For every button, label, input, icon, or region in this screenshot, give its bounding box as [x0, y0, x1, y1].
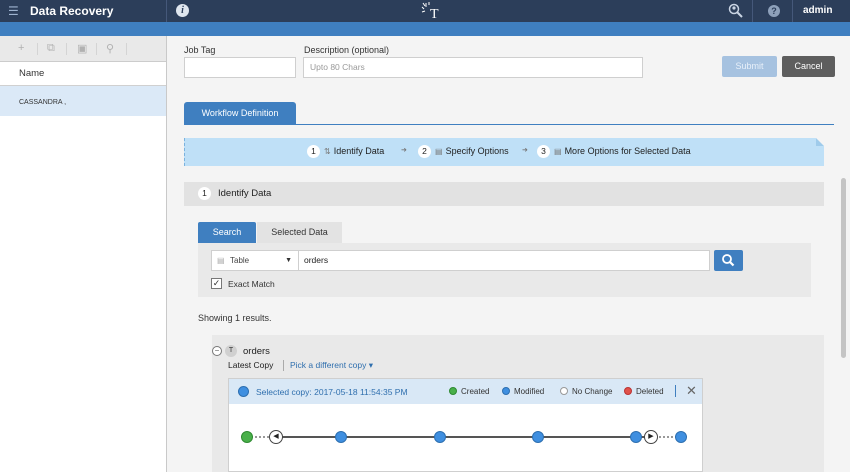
legend-modified: Modified: [502, 387, 544, 396]
corner-fold: [816, 138, 824, 146]
copy-timeline: ◀ ▶: [239, 427, 694, 447]
info-icon[interactable]: i: [176, 4, 189, 17]
column-header[interactable]: Name: [0, 62, 166, 86]
description-input[interactable]: Upto 80 Chars: [303, 57, 643, 78]
tab-search[interactable]: Search: [198, 222, 256, 243]
divider: [184, 124, 834, 125]
scrollbar[interactable]: [837, 172, 850, 472]
step-specify-options[interactable]: 2 ▤ Specify Options: [418, 145, 509, 158]
timeline-node[interactable]: [630, 431, 642, 443]
description-label: Description (optional): [304, 45, 390, 55]
svg-text:T: T: [430, 7, 439, 21]
app-title: Data Recovery: [30, 4, 114, 18]
accent-bar: [0, 22, 850, 36]
step-more-options[interactable]: 3 ▤ More Options for Selected Data: [537, 145, 691, 158]
result-panel: − T orders Latest Copy Pick a different …: [212, 335, 824, 472]
sort-icon: ⇅: [324, 147, 331, 156]
collapse-icon[interactable]: −: [212, 346, 222, 356]
copy-box: Selected copy: 2017-05-18 11:54:35 PM Cr…: [228, 378, 703, 472]
search-input[interactable]: orders: [298, 250, 710, 271]
timeline-node-created[interactable]: [241, 431, 253, 443]
exact-match-checkbox[interactable]: ✓: [211, 278, 222, 289]
section-title: Identify Data: [218, 188, 272, 199]
type-select[interactable]: ▤ Table ▼: [211, 250, 299, 271]
search-user-icon[interactable]: [728, 3, 744, 19]
list-item[interactable]: CASSANDRA ,: [0, 86, 166, 116]
job-tag-input[interactable]: [184, 57, 296, 78]
divider: [126, 43, 127, 55]
chevron-right-icon[interactable]: ▶: [644, 430, 658, 444]
cancel-button[interactable]: Cancel: [782, 56, 835, 77]
scrollbar-thumb[interactable]: [841, 178, 846, 358]
tab-workflow-definition[interactable]: Workflow Definition: [184, 102, 296, 124]
main-panel: Job Tag Description (optional) Upto 80 C…: [167, 36, 850, 472]
arrow-icon: ➜: [401, 147, 407, 154]
document-icon: ▤: [435, 147, 443, 156]
hamburger-icon[interactable]: ☰: [8, 4, 19, 18]
pick-copy-link[interactable]: Pick a different copy ▾: [290, 360, 373, 371]
workflow-steps: 1 ⇅ Identify Data ➜ 2 ▤ Specify Options ➜ 3 ▤…: [184, 138, 824, 166]
divider: [96, 43, 97, 55]
user-menu[interactable]: admin: [803, 5, 832, 16]
divider: [752, 0, 753, 22]
caret-down-icon: ▼: [285, 257, 292, 264]
divider: [283, 360, 284, 371]
submit-button[interactable]: Submit: [722, 56, 777, 77]
divider: [37, 43, 38, 55]
search-panel: ▤ Table ▼ orders ✓ Exact Match: [198, 243, 811, 297]
help-icon[interactable]: ?: [768, 5, 780, 17]
sidebar: + ⧉ ▣ ⚲ Name CASSANDRA ,: [0, 36, 167, 472]
result-name: orders: [243, 346, 270, 357]
tab-selected-data[interactable]: Selected Data: [257, 222, 342, 243]
top-bar: ☰ Data Recovery i T ? admin: [0, 0, 850, 22]
exact-match-label: Exact Match: [228, 279, 275, 289]
search-icon[interactable]: ⚲: [106, 42, 114, 55]
timeline-node[interactable]: [335, 431, 347, 443]
selected-copy-text: Selected copy: 2017-05-18 11:54:35 PM: [256, 387, 408, 397]
legend-created: Created: [449, 387, 489, 396]
chevron-left-icon[interactable]: ◀: [269, 430, 283, 444]
copy-icon[interactable]: ⧉: [47, 42, 55, 55]
section-header: 1 Identify Data: [184, 182, 824, 206]
delete-icon[interactable]: ▣: [77, 42, 87, 55]
logo-icon: T: [421, 2, 439, 21]
timeline-node[interactable]: [434, 431, 446, 443]
add-icon[interactable]: +: [18, 42, 24, 54]
document-icon: ▤: [554, 147, 562, 156]
results-count: Showing 1 results.: [198, 313, 272, 323]
search-button[interactable]: [714, 250, 743, 271]
arrow-icon: ➜: [522, 147, 528, 154]
timeline-node[interactable]: [675, 431, 687, 443]
document-icon: ▤: [217, 256, 225, 265]
divider: [792, 0, 793, 22]
legend-no-change: No Change: [560, 387, 612, 396]
sidebar-toolbar: + ⧉ ▣ ⚲: [0, 36, 166, 62]
divider: [675, 385, 676, 397]
divider: [66, 43, 67, 55]
divider: [166, 0, 167, 22]
step-identify-data[interactable]: 1 ⇅ Identify Data: [307, 145, 384, 158]
table-type-icon: T: [225, 345, 237, 357]
copy-header: Selected copy: 2017-05-18 11:54:35 PM Cr…: [229, 379, 702, 404]
legend-deleted: Deleted: [624, 387, 664, 396]
close-icon[interactable]: ✕: [686, 383, 697, 399]
timeline-node[interactable]: [532, 431, 544, 443]
latest-copy-label: Latest Copy: [228, 360, 274, 370]
step-number: 1: [198, 187, 211, 200]
modified-dot-icon: [238, 386, 249, 397]
job-tag-label: Job Tag: [184, 45, 216, 55]
